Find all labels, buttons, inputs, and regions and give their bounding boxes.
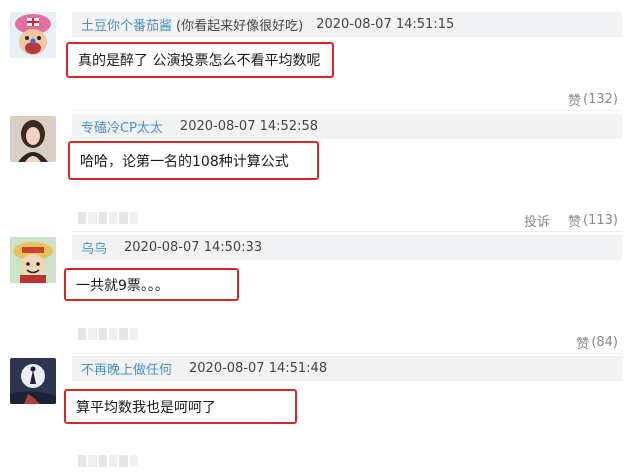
- comment-text: 哈哈，论第一名的108种计算公式: [68, 141, 319, 180]
- woman-portrait-avatar[interactable]: [10, 116, 56, 162]
- like-button[interactable]: 赞 (132): [568, 90, 618, 109]
- comment-divider: [72, 353, 622, 354]
- like-count: (84): [591, 335, 618, 350]
- comment-text-content: 真的是醉了 公演投票怎么不看平均数呢: [78, 53, 321, 69]
- username-link[interactable]: 土豆你个番茄酱: [81, 15, 172, 34]
- like-label: 赞: [568, 94, 582, 109]
- comment-timestamp: 2020-08-07 14:51:48: [189, 361, 328, 376]
- comment-timestamp: 2020-08-07 14:51:15: [316, 17, 455, 32]
- like-count: (132): [583, 92, 618, 107]
- username-link[interactable]: 乌乌: [81, 238, 107, 257]
- like-label: 赞: [576, 337, 590, 352]
- comment-actions: 投诉 赞 (113): [524, 211, 618, 230]
- comment-actions: 赞 (84): [576, 333, 618, 352]
- moon-silhouette-avatar[interactable]: [10, 358, 56, 404]
- comment-meta-bar: 土豆你个番茄酱 (你看起来好像很好吃) 2020-08-07 14:51:15: [72, 12, 622, 37]
- comment-meta-bar: 不再晚上做任何 2020-08-07 14:51:48: [72, 356, 622, 381]
- blurred-reply-placeholder: [78, 212, 138, 224]
- comment-text: 真的是醉了 公演投票怎么不看平均数呢: [66, 42, 334, 78]
- comment-meta-bar: 专磕冷CP太太 2020-08-07 14:52:58: [72, 114, 622, 139]
- username-link[interactable]: 不再晚上做任何: [81, 359, 172, 378]
- report-button[interactable]: 投诉: [524, 211, 550, 230]
- comment-timestamp: 2020-08-07 14:52:58: [179, 119, 318, 134]
- comment-divider: [72, 110, 622, 111]
- comment-text: 一共就9票。。。: [64, 268, 239, 301]
- username-note: (你看起来好像很好吃): [176, 19, 304, 34]
- cartoon-reindeer-avatar[interactable]: [10, 12, 56, 58]
- comment-text-content: 一共就9票。。。: [76, 277, 169, 294]
- like-button[interactable]: 赞 (84): [576, 333, 618, 352]
- blurred-reply-placeholder: [78, 455, 138, 467]
- comment-divider: [72, 231, 622, 232]
- comment-meta-bar: 乌乌 2020-08-07 14:50:33: [72, 235, 622, 260]
- comment-timestamp: 2020-08-07 14:50:33: [124, 240, 263, 255]
- cartoon-character-avatar[interactable]: [10, 237, 56, 283]
- blurred-reply-placeholder: [78, 328, 138, 340]
- comment-text-content: 哈哈，论第一名的108种计算公式: [80, 153, 289, 170]
- like-label: 赞: [568, 215, 582, 230]
- like-button[interactable]: 赞 (113): [568, 211, 618, 230]
- comment-actions: 赞 (132): [568, 90, 618, 109]
- username-link[interactable]: 专磕冷CP太太: [81, 117, 163, 136]
- comment-text: 算平均数我也是呵呵了: [64, 389, 297, 424]
- like-count: (113): [583, 213, 618, 228]
- comment-text-content: 算平均数我也是呵呵了: [76, 399, 216, 416]
